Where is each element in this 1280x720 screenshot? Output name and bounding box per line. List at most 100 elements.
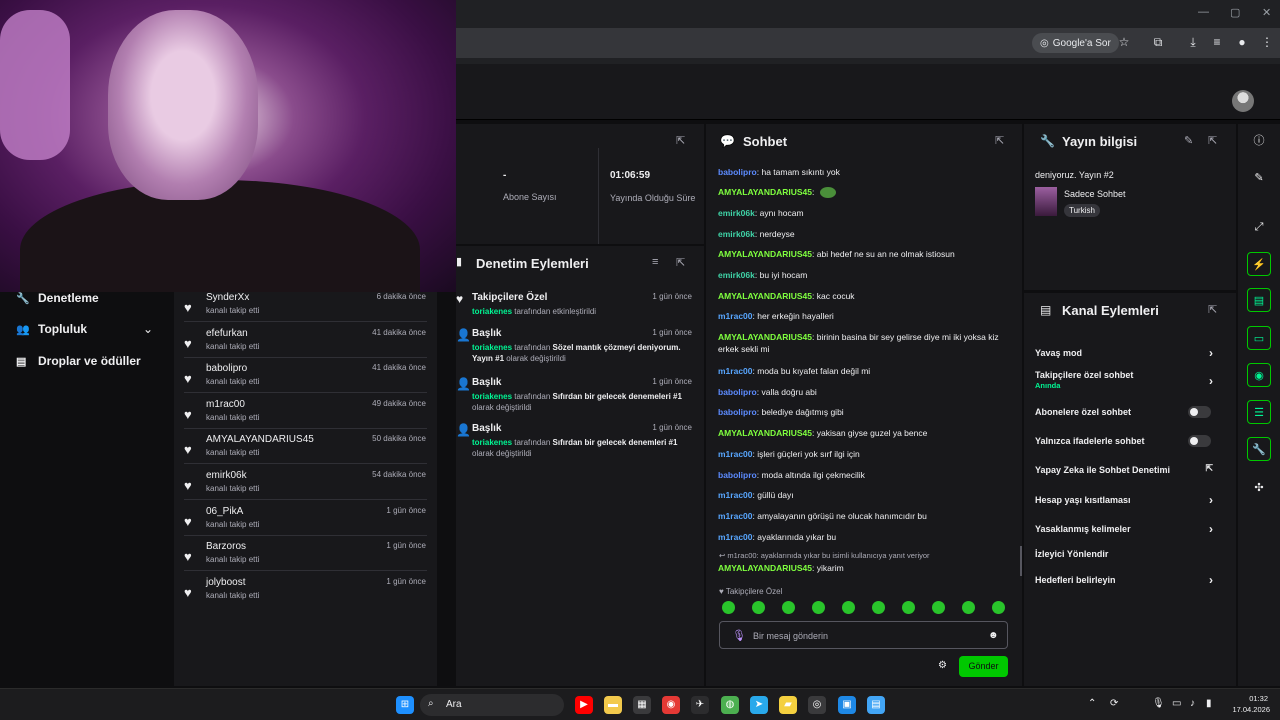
chevron-up-icon[interactable]: ⌃ — [1088, 698, 1096, 709]
channel-action-item[interactable]: Abonelere özel sohbet — [1035, 406, 1225, 418]
nav-item-community[interactable]: 👥 Topluluk — [16, 322, 87, 336]
chrome-icon[interactable]: ◍ — [721, 696, 739, 714]
close-icon[interactable]: ✕ — [1262, 6, 1271, 19]
follower-name[interactable]: 06_PikA — [206, 506, 243, 517]
popout-icon[interactable]: ⇱ — [1208, 303, 1217, 316]
app-icon[interactable]: ▣ — [838, 696, 856, 714]
app-icon[interactable]: ✈ — [691, 696, 709, 714]
telegram-icon[interactable]: ➤ — [750, 696, 768, 714]
chevron-right-icon[interactable]: › — [1209, 522, 1213, 536]
store-icon[interactable]: ▦ — [633, 696, 651, 714]
emote-icon[interactable] — [932, 601, 945, 614]
chevron-right-icon[interactable]: › — [1209, 346, 1213, 360]
chat-username[interactable]: emirk06k — [718, 229, 755, 239]
chat-username[interactable]: m1rac00 — [718, 511, 753, 521]
popout-icon[interactable]: ⇱ — [676, 256, 685, 269]
channel-action-item[interactable]: İzleyici Yönlendir — [1035, 549, 1225, 559]
list-item[interactable]: ♥ babolipro kanalı takip etti 41 dakika önc… — [174, 363, 437, 399]
emote-icon[interactable] — [902, 601, 915, 614]
broadcast-icon[interactable]: ◉ — [1247, 363, 1271, 387]
notes-icon[interactable]: ▰ — [779, 696, 797, 714]
moderator-name[interactable]: toriakenes — [472, 438, 512, 447]
toggle-switch[interactable] — [1188, 406, 1211, 418]
follower-name[interactable]: babolipro — [206, 363, 247, 374]
extensions-icon[interactable]: ⧉ — [1150, 34, 1166, 50]
chat-message[interactable]: babolipro: belediye dağıtmış gibi — [718, 406, 1008, 418]
chat-username[interactable]: AMYALAYANDARIUS45 — [718, 249, 812, 259]
chat-settings-icon[interactable]: ⚙ — [938, 660, 947, 671]
chat-message[interactable]: emirk06k: bu iyi hocam — [718, 269, 1008, 281]
list-item[interactable]: ♥ efefurkan kanalı takip etti 41 dakika önc… — [174, 328, 437, 364]
chat-username[interactable]: m1rac00 — [718, 490, 753, 500]
clipboard-icon[interactable]: ▤ — [1247, 288, 1271, 312]
category-boxart[interactable] — [1035, 187, 1057, 216]
channel-action-item[interactable]: Hesap yaşı kısıtlaması › — [1035, 493, 1225, 507]
chat-username[interactable]: AMYALAYANDARIUS45 — [718, 332, 812, 342]
follower-name[interactable]: m1rac00 — [206, 399, 245, 410]
network-icon[interactable]: ▭ — [1172, 698, 1181, 709]
chat-username[interactable]: babolipro — [718, 470, 757, 480]
chat-message[interactable]: AMYALAYANDARIUS45: yakisan giyse guzel y… — [718, 427, 1008, 439]
chat-username[interactable]: m1rac00 — [718, 311, 753, 321]
emote-icon[interactable] — [842, 601, 855, 614]
chevron-right-icon[interactable]: › — [1209, 573, 1213, 587]
follower-name[interactable]: jolyboost — [206, 577, 245, 588]
list-item[interactable]: ♥ SynderXx kanalı takip etti 6 dakika önce — [174, 292, 437, 328]
toggle-switch[interactable] — [1188, 435, 1211, 447]
media-player-icon[interactable]: ◉ — [662, 696, 680, 714]
chat-message[interactable]: m1rac00: amyalayanın görüşü ne olucak ha… — [718, 510, 1008, 522]
chat-message[interactable]: AMYALAYANDARIUS45: birinin basina bir se… — [718, 331, 1008, 355]
category-name[interactable]: Sadece Sohbet — [1064, 189, 1126, 199]
chat-message[interactable]: AMYALAYANDARIUS45: kac cocuk — [718, 290, 1008, 302]
chat-username[interactable]: AMYALAYANDARIUS45 — [718, 187, 812, 197]
channel-action-item[interactable]: Yapay Zeka ile Sohbet Denetimi ⇱ — [1035, 463, 1225, 475]
channel-action-item[interactable]: Yavaş mod › — [1035, 346, 1225, 360]
chat-message[interactable]: m1rac00: her erkeğin hayalleri — [718, 310, 1008, 322]
reading-list-icon[interactable]: ≡ — [1209, 34, 1225, 50]
more-menu-icon[interactable]: ⋮ — [1259, 34, 1275, 50]
channel-action-item[interactable]: Yalnızca ifadelerle sohbet — [1035, 435, 1225, 447]
youtube-icon[interactable]: ▶ — [575, 696, 593, 714]
list-item[interactable]: ♥ AMYALAYANDARIUS45 kanalı takip etti 50 da… — [174, 434, 437, 470]
emote-icon[interactable] — [722, 601, 735, 614]
taskbar-search[interactable]: ⌕ Ara — [420, 694, 564, 716]
expand-icon[interactable]: ⤢ — [1247, 215, 1271, 239]
popout-icon[interactable]: ⇱ — [676, 134, 685, 147]
google-ask-button[interactable]: ◎ Google'a Sor — [1032, 33, 1119, 53]
emote-icon[interactable] — [752, 601, 765, 614]
moderator-name[interactable]: toriakenes — [472, 392, 512, 401]
channel-action-item[interactable]: Hedefleri belirleyin › — [1035, 573, 1225, 587]
chat-message[interactable]: m1rac00: moda bu kıyafet falan değil mi — [718, 365, 1008, 377]
emote-icon[interactable] — [812, 601, 825, 614]
follower-name[interactable]: Barzoros — [206, 541, 246, 552]
bookmark-star-icon[interactable]: ☆ — [1116, 34, 1132, 50]
emote-icon[interactable] — [962, 601, 975, 614]
extensions-icon[interactable]: ✣ — [1247, 476, 1271, 500]
app-icon[interactable]: ▤ — [867, 696, 885, 714]
folder-icon[interactable]: ▬ — [604, 696, 622, 714]
list-item[interactable]: ♥ m1rac00 kanalı takip etti 49 dakika önce — [174, 399, 437, 435]
chat-username[interactable]: AMYALAYANDARIUS45 — [718, 563, 812, 573]
send-button[interactable]: Gönder — [959, 656, 1008, 677]
list-item[interactable]: ♥ emirk06k kanalı takip etti 54 dakika önce — [174, 470, 437, 506]
follower-name[interactable]: emirk06k — [206, 470, 247, 481]
chat-message[interactable]: m1rac00: işleri güçleri yok sırf ilgi iç… — [718, 448, 1008, 460]
chat-username[interactable]: m1rac00 — [718, 532, 753, 542]
chat-username[interactable]: emirk06k — [718, 208, 755, 218]
list-icon[interactable]: ☰ — [1247, 400, 1271, 424]
moderator-name[interactable]: toriakenes — [472, 307, 512, 316]
list-item[interactable]: ♥ jolyboost kanalı takip etti 1 gün önce — [174, 577, 437, 613]
chat-username[interactable]: babolipro — [718, 167, 757, 177]
chat-username[interactable]: AMYALAYANDARIUS45 — [718, 428, 812, 438]
chevron-down-icon[interactable]: ⌄ — [143, 322, 153, 336]
sync-icon[interactable]: ⟳ — [1110, 698, 1118, 709]
emoji-picker-icon[interactable]: ☻ — [988, 630, 999, 641]
edit-icon[interactable]: ✎ — [1247, 166, 1271, 190]
microphone-icon[interactable]: 🎙 — [1152, 698, 1165, 709]
chat-scrollbar[interactable] — [1020, 546, 1022, 576]
obs-icon[interactable]: ◎ — [808, 696, 826, 714]
windows-start-icon[interactable]: ⊞ — [396, 696, 414, 714]
edit-icon[interactable]: ✎ — [1184, 134, 1193, 147]
chat-username[interactable]: m1rac00 — [718, 366, 753, 376]
chat-message[interactable]: AMYALAYANDARIUS45: yikarim — [718, 562, 1008, 574]
